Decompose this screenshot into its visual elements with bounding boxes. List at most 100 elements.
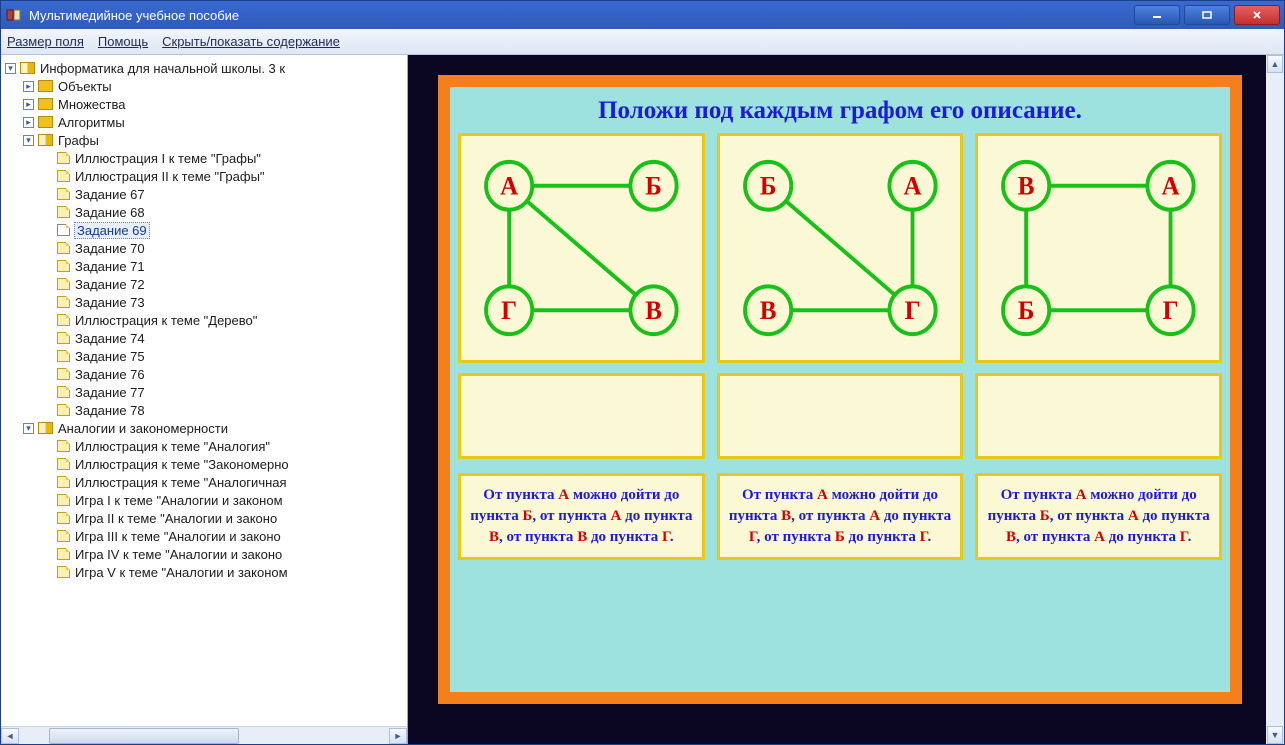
- page-icon: [57, 548, 70, 560]
- book-icon: [20, 62, 35, 74]
- tree-leaf[interactable]: Задание 76: [74, 367, 146, 382]
- scroll-track[interactable]: [19, 728, 389, 744]
- menubar: Размер поля Помощь Скрыть/показать содер…: [1, 29, 1284, 55]
- tree-leaf[interactable]: Задание 69: [74, 222, 150, 239]
- page-icon: [57, 440, 70, 452]
- maximize-button[interactable]: [1184, 5, 1230, 25]
- page-icon: [57, 512, 70, 524]
- svg-text:В: В: [645, 295, 662, 324]
- menu-help[interactable]: Помощь: [98, 34, 148, 49]
- page-icon: [57, 224, 70, 236]
- slide-title: Положи под каждым графом его описание.: [458, 97, 1222, 125]
- scroll-track[interactable]: [1266, 73, 1284, 726]
- drop-target-1[interactable]: [458, 373, 705, 459]
- page-icon: [57, 314, 70, 326]
- tree-root[interactable]: Информатика для начальной школы. 3 к: [39, 61, 286, 76]
- scroll-left-icon[interactable]: ◄: [1, 728, 19, 744]
- svg-text:Б: Б: [760, 171, 777, 200]
- titlebar: Мультимедийное учебное пособие: [1, 1, 1284, 29]
- tree-leaf[interactable]: Задание 77: [74, 385, 146, 400]
- tree-leaf[interactable]: Задание 72: [74, 277, 146, 292]
- page-icon: [57, 350, 70, 362]
- tree-leaf[interactable]: Задание 74: [74, 331, 146, 346]
- tree-leaf[interactable]: Иллюстрация II к теме "Графы": [74, 169, 266, 184]
- scroll-down-icon[interactable]: ▼: [1267, 726, 1283, 744]
- description-card-3[interactable]: От пункта А можно дойти до пункта Б, от …: [975, 473, 1222, 560]
- description-card-2[interactable]: От пункта А можно дойти до пункта В, от …: [717, 473, 964, 560]
- scroll-right-icon[interactable]: ►: [389, 728, 407, 744]
- menu-toggle-toc[interactable]: Скрыть/показать содержание: [162, 34, 340, 49]
- content-vscroll[interactable]: ▲ ▼: [1266, 55, 1284, 744]
- svg-text:А: А: [500, 171, 519, 200]
- tree-item[interactable]: Множества: [57, 97, 126, 112]
- tree-leaf[interactable]: Иллюстрация к теме "Закономерно: [74, 457, 290, 472]
- scroll-up-icon[interactable]: ▲: [1267, 55, 1283, 73]
- page-icon: [57, 494, 70, 506]
- tree-leaf[interactable]: Иллюстрация I к теме "Графы": [74, 151, 262, 166]
- sidebar: ▾ Информатика для начальной школы. 3 к ▸…: [1, 55, 408, 744]
- tree-leaf[interactable]: Задание 75: [74, 349, 146, 364]
- collapse-icon[interactable]: ▾: [5, 63, 16, 74]
- menu-field-size[interactable]: Размер поля: [7, 34, 84, 49]
- graph-row: АБГВБАВГВАБГ: [458, 133, 1222, 363]
- expand-icon[interactable]: ▸: [23, 117, 34, 128]
- drop-target-3[interactable]: [975, 373, 1222, 459]
- graph-3: ВАБГ: [975, 133, 1222, 363]
- collapse-icon[interactable]: ▾: [23, 423, 34, 434]
- book-icon: [38, 422, 53, 434]
- page-icon: [57, 296, 70, 308]
- page-icon: [57, 188, 70, 200]
- scroll-thumb[interactable]: [49, 728, 239, 744]
- tree-item[interactable]: Алгоритмы: [57, 115, 126, 130]
- svg-text:Г: Г: [904, 295, 920, 324]
- graph-2: БАВГ: [717, 133, 964, 363]
- svg-text:Г: Г: [501, 295, 517, 324]
- window-title: Мультимедийное учебное пособие: [29, 8, 1134, 23]
- graph-1: АБГВ: [458, 133, 705, 363]
- tree-leaf[interactable]: Задание 71: [74, 259, 146, 274]
- page-icon: [57, 152, 70, 164]
- page-icon: [57, 458, 70, 470]
- tree-leaf[interactable]: Игра IV к теме "Аналогии и законо: [74, 547, 283, 562]
- tree-leaf[interactable]: Иллюстрация к теме "Дерево": [74, 313, 258, 328]
- minimize-button[interactable]: [1134, 5, 1180, 25]
- tree-leaf[interactable]: Задание 70: [74, 241, 146, 256]
- tree-leaf[interactable]: Игра V к теме "Аналогии и законом: [74, 565, 289, 580]
- page-icon: [57, 530, 70, 542]
- description-card-1[interactable]: От пункта А можно дойти до пункта Б, от …: [458, 473, 705, 560]
- content-area: Положи под каждым графом его описание. А…: [408, 55, 1284, 744]
- collapse-icon[interactable]: ▾: [23, 135, 34, 146]
- body: ▾ Информатика для начальной школы. 3 к ▸…: [1, 55, 1284, 744]
- book-icon: [38, 98, 53, 110]
- tree-leaf[interactable]: Задание 73: [74, 295, 146, 310]
- close-button[interactable]: [1234, 5, 1280, 25]
- tree-leaf[interactable]: Задание 78: [74, 403, 146, 418]
- svg-text:Г: Г: [1163, 295, 1179, 324]
- tree-item-analogies[interactable]: Аналогии и закономерности: [57, 421, 229, 436]
- tree-leaf[interactable]: Игра III к теме "Аналогии и законо: [74, 529, 282, 544]
- tree-leaf[interactable]: Игра I к теме "Аналогии и законом: [74, 493, 284, 508]
- drop-row: [458, 363, 1222, 459]
- sidebar-hscroll[interactable]: ◄ ►: [1, 726, 407, 744]
- tree-item-graphs[interactable]: Графы: [57, 133, 100, 148]
- page-icon: [57, 566, 70, 578]
- tree-leaf[interactable]: Иллюстрация к теме "Аналогия": [74, 439, 271, 454]
- tree-leaf[interactable]: Иллюстрация к теме "Аналогичная: [74, 475, 288, 490]
- tree-leaf[interactable]: Задание 67: [74, 187, 146, 202]
- drop-target-2[interactable]: [717, 373, 964, 459]
- expand-icon[interactable]: ▸: [23, 81, 34, 92]
- toc-tree[interactable]: ▾ Информатика для начальной школы. 3 к ▸…: [1, 55, 407, 726]
- tree-leaf[interactable]: Игра II к теме "Аналогии и законо: [74, 511, 278, 526]
- page-icon: [57, 476, 70, 488]
- tree-leaf[interactable]: Задание 68: [74, 205, 146, 220]
- app-window: Мультимедийное учебное пособие Размер по…: [0, 0, 1285, 745]
- svg-text:А: А: [1162, 171, 1181, 200]
- book-icon: [38, 134, 53, 146]
- tree-item[interactable]: Объекты: [57, 79, 113, 94]
- svg-text:Б: Б: [1018, 295, 1035, 324]
- expand-icon[interactable]: ▸: [23, 99, 34, 110]
- page-icon: [57, 170, 70, 182]
- page-icon: [57, 332, 70, 344]
- slide-frame: Положи под каждым графом его описание. А…: [438, 75, 1242, 704]
- svg-text:А: А: [903, 171, 922, 200]
